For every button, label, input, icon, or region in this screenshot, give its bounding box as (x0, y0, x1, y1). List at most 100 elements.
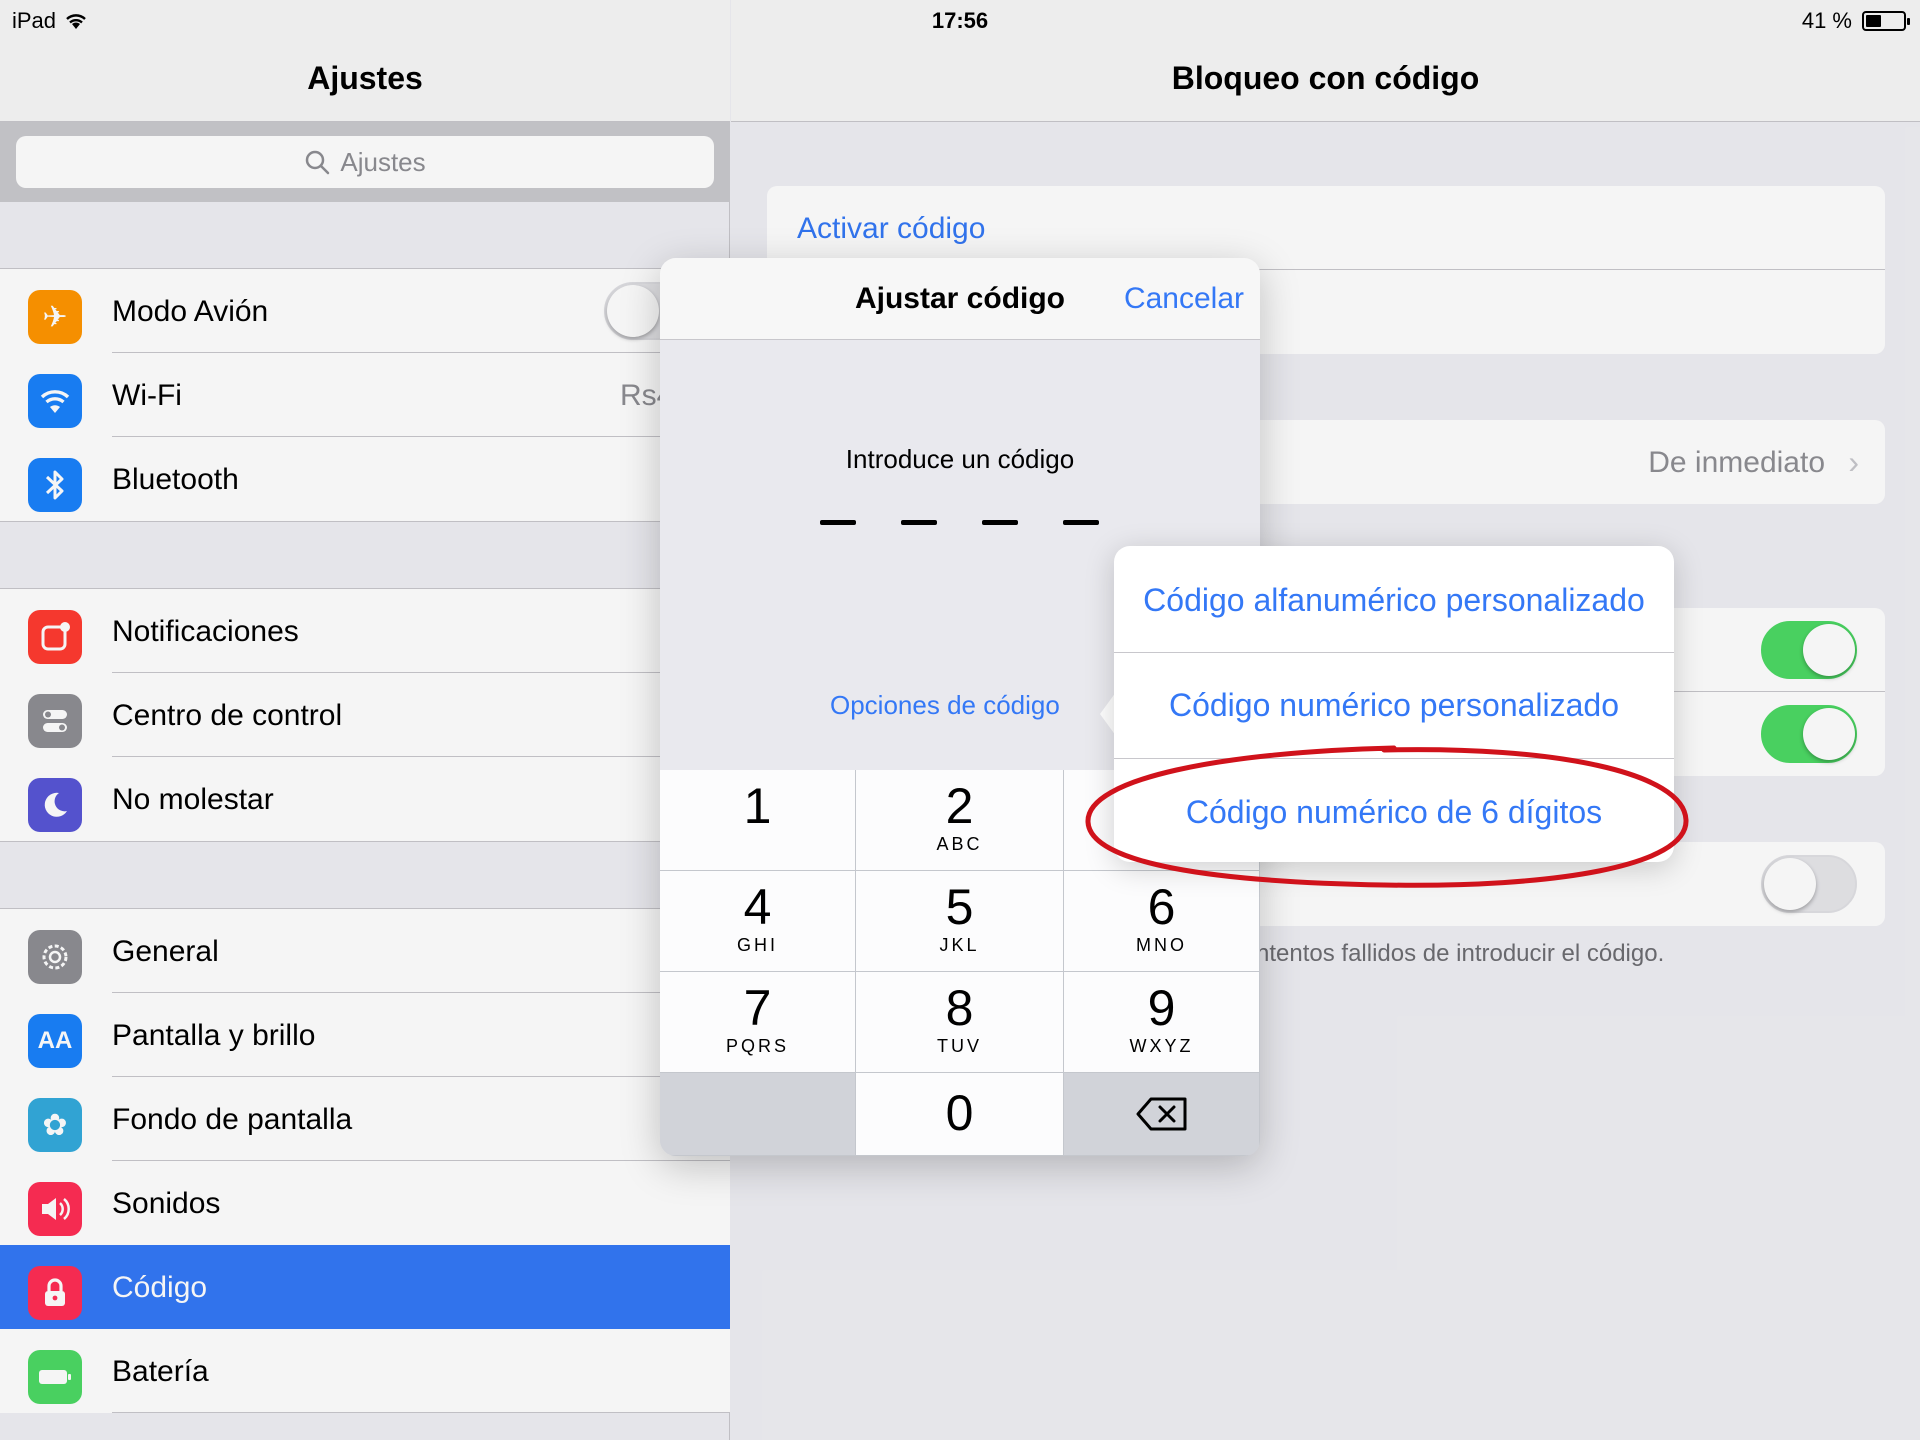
key-letters: PQRS (725, 1036, 789, 1056)
search-icon (306, 150, 330, 175)
toggle-knob (607, 285, 659, 337)
toggle-knob (1764, 858, 1816, 910)
key-letters: WXYZ (1129, 1036, 1194, 1056)
sidebar-title: Ajustes (307, 60, 423, 96)
key-number: 7 (743, 980, 772, 1036)
sidebar-item-label: Código (112, 1271, 208, 1304)
chevron-right-icon: › (1848, 444, 1859, 480)
display-icon: AA (28, 1014, 82, 1068)
wallpaper-icon: ✿ (28, 1098, 82, 1152)
sidebar-item-general[interactable]: General (0, 909, 730, 993)
access-toggle-1[interactable] (1761, 621, 1857, 679)
sidebar-item-bluetooth[interactable]: Bluetooth (0, 437, 730, 521)
airplane-icon: ✈ (28, 290, 82, 344)
key-number: 4 (743, 879, 772, 935)
cancel-button[interactable]: Cancelar (1124, 282, 1244, 316)
key-5[interactable]: 5 JKL (856, 871, 1064, 972)
settings-group-connectivity: ✈ Modo Avión Wi-Fi Rs45 Bluetooth (0, 268, 730, 522)
popover-separator (1114, 652, 1674, 653)
key-letters: TUV (937, 1036, 982, 1056)
settings-group-notifications: Notificaciones Centro de control No mole… (0, 588, 730, 842)
key-8[interactable]: 8 TUV (856, 972, 1064, 1073)
toggle-knob (1803, 708, 1855, 760)
popover-separator (1114, 758, 1674, 759)
key-letters: GHI (736, 935, 778, 955)
key-7[interactable]: 7 PQRS (660, 972, 856, 1073)
speaker-icon (28, 1182, 82, 1236)
passcode-options-link[interactable]: Opciones de código (830, 690, 1060, 721)
sidebar-item-display[interactable]: AA Pantalla y brillo (0, 993, 730, 1077)
sidebar-item-label: Pantalla y brillo (112, 1019, 316, 1052)
control-center-icon (28, 694, 82, 748)
option-custom-alphanumeric[interactable]: Código alfanumérico personalizado (1114, 582, 1674, 619)
modal-header: Ajustar código Cancelar (660, 258, 1260, 340)
battery-icon (1862, 11, 1910, 31)
passcode-slot (982, 520, 1018, 525)
sidebar-item-do-not-disturb[interactable]: No molestar (0, 757, 730, 841)
sidebar-item-control-center[interactable]: Centro de control (0, 673, 730, 757)
option-custom-numeric[interactable]: Código numérico personalizado (1114, 687, 1674, 724)
key-number: 9 (1147, 980, 1176, 1036)
key-9[interactable]: 9 WXYZ (1064, 972, 1260, 1073)
key-number: 2 (945, 778, 974, 834)
key-0[interactable]: 0 (856, 1073, 1064, 1156)
option-6-digit-numeric[interactable]: Código numérico de 6 dígitos (1114, 794, 1674, 831)
sidebar-item-label: Sonidos (112, 1187, 221, 1220)
passcode-prompt: Introduce un código (845, 444, 1075, 474)
key-1[interactable]: 1 (660, 770, 856, 871)
search-input[interactable]: Ajustes (16, 136, 714, 188)
gear-icon (28, 930, 82, 984)
sidebar-item-label: Wi-Fi (112, 379, 182, 412)
erase-data-footnote: ntentos fallidos de introducir el código… (1256, 940, 1665, 967)
battery-icon (28, 1350, 82, 1404)
settings-group-general: General AA Pantalla y brillo ✿ Fondo de … (0, 908, 730, 1413)
passcode-slot (1063, 520, 1099, 525)
wifi-icon (28, 374, 82, 428)
key-number: 1 (743, 778, 772, 834)
search-bar-area: Ajustes (0, 122, 730, 202)
key-letters: ABC (936, 834, 983, 854)
sidebar-item-passcode[interactable]: Código (0, 1245, 730, 1329)
sidebar-item-battery[interactable]: Batería (0, 1329, 730, 1413)
passcode-slot (901, 520, 937, 525)
status-right: 41 % (1802, 8, 1910, 34)
erase-data-toggle[interactable] (1761, 855, 1857, 913)
key-letters: MNO (1136, 935, 1187, 955)
key-6[interactable]: 6 MNO (1064, 871, 1260, 972)
lock-icon (28, 1266, 82, 1320)
sidebar-item-airplane[interactable]: ✈ Modo Avión (0, 269, 730, 353)
sidebar-item-sounds[interactable]: Sonidos (0, 1161, 730, 1245)
toggle-knob (1803, 624, 1855, 676)
sidebar-item-label: Centro de control (112, 699, 343, 732)
notifications-icon (28, 610, 82, 664)
status-bar: iPad 17:56 41 % (0, 0, 1920, 40)
sidebar-item-label: Modo Avión (112, 295, 269, 328)
delete-key[interactable] (1064, 1073, 1260, 1156)
search-placeholder: Ajustes (340, 146, 426, 177)
sidebar-item-label: Batería (112, 1355, 209, 1388)
key-number: 6 (1147, 879, 1176, 935)
settings-sidebar: Ajustes Ajustes ✈ Modo Avión Wi-Fi Rs45 (0, 0, 730, 1440)
passcode-options-popover: Código alfanumérico personalizado Código… (1114, 546, 1674, 862)
sidebar-item-label: No molestar (112, 783, 274, 816)
key-number: 8 (945, 980, 974, 1036)
activate-passcode-link[interactable]: Activar código (797, 212, 985, 246)
sidebar-item-label: Notificaciones (112, 615, 299, 648)
sidebar-item-label: Fondo de pantalla (112, 1103, 353, 1136)
access-toggle-2[interactable] (1761, 705, 1857, 763)
key-letters: JKL (939, 935, 980, 955)
key-4[interactable]: 4 GHI (660, 871, 856, 972)
sidebar-item-wallpaper[interactable]: ✿ Fondo de pantalla (0, 1077, 730, 1161)
key-blank (660, 1073, 856, 1156)
moon-icon (28, 778, 82, 832)
key-number: 5 (945, 879, 974, 935)
key-number: 0 (945, 1085, 974, 1141)
sidebar-item-notifications[interactable]: Notificaciones (0, 589, 730, 673)
status-time: 17:56 (931, 8, 989, 33)
row-separator (112, 1412, 730, 1413)
sidebar-item-label: Bluetooth (112, 463, 239, 496)
passcode-dots (820, 520, 1099, 525)
sidebar-item-wifi[interactable]: Wi-Fi Rs45 (0, 353, 730, 437)
backspace-icon (1136, 1097, 1186, 1131)
key-2[interactable]: 2 ABC (856, 770, 1064, 871)
